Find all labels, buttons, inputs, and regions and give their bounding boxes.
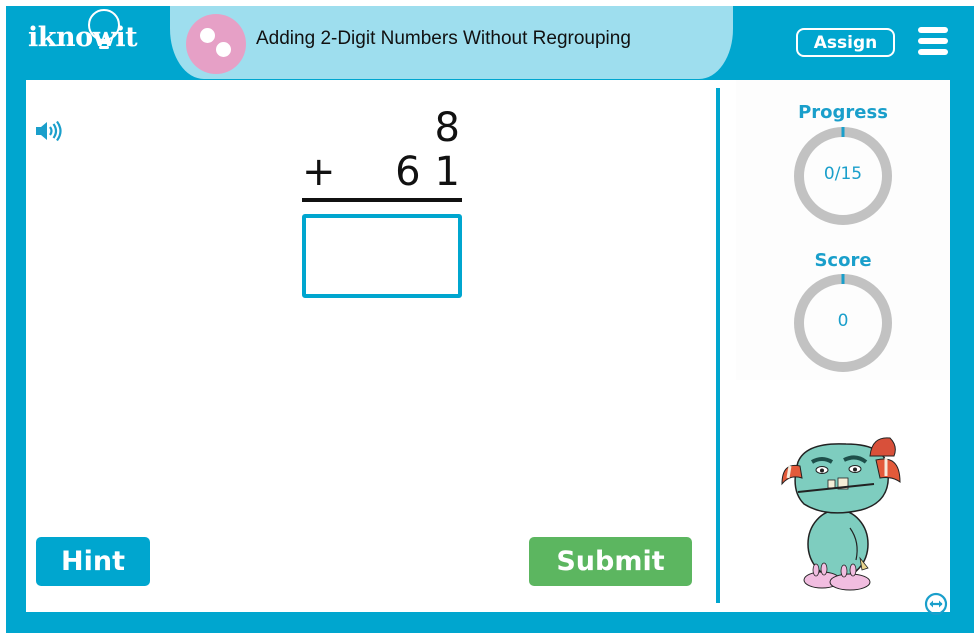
stats-panel: Progress 0/15 Score 0 [736,80,950,380]
monster-mascot [781,437,901,591]
speaker-icon[interactable] [34,120,64,142]
lightbulb-icon [88,9,120,49]
addition-problem: 8 + 61 [302,96,462,306]
progress-value: 0/15 [823,164,863,184]
hint-button[interactable]: Hint [36,537,150,586]
submit-button[interactable]: Submit [529,537,692,586]
left-right-arrow-icon[interactable] [924,592,948,616]
two-dots-icon [186,14,246,74]
progress-ring: 0/15 [793,126,893,226]
top-addend: 8 [434,105,460,151]
panel-divider [716,88,720,603]
main-content: 8 + 61 Hint Submit Progress 0/15 Score 0 [26,80,950,616]
progress-label: Progress [798,102,888,123]
lesson-title: Adding 2-Digit Numbers Without Regroupin… [256,28,631,49]
plus-operator: + [302,149,336,195]
answer-input[interactable] [302,214,462,298]
score-ring: 0 [793,273,893,373]
hamburger-menu-icon[interactable] [918,26,948,56]
bottom-addend-row: + 61 [300,150,460,194]
app-frame: iknowit Adding 2-Digit Numbers Without R… [6,6,974,633]
bottom-addend: 61 [395,149,474,195]
assign-button[interactable]: Assign [796,28,895,57]
score-label: Score [814,250,872,271]
score-value: 0 [837,311,849,331]
sum-line [302,198,462,202]
header: iknowit Adding 2-Digit Numbers Without R… [6,6,974,80]
